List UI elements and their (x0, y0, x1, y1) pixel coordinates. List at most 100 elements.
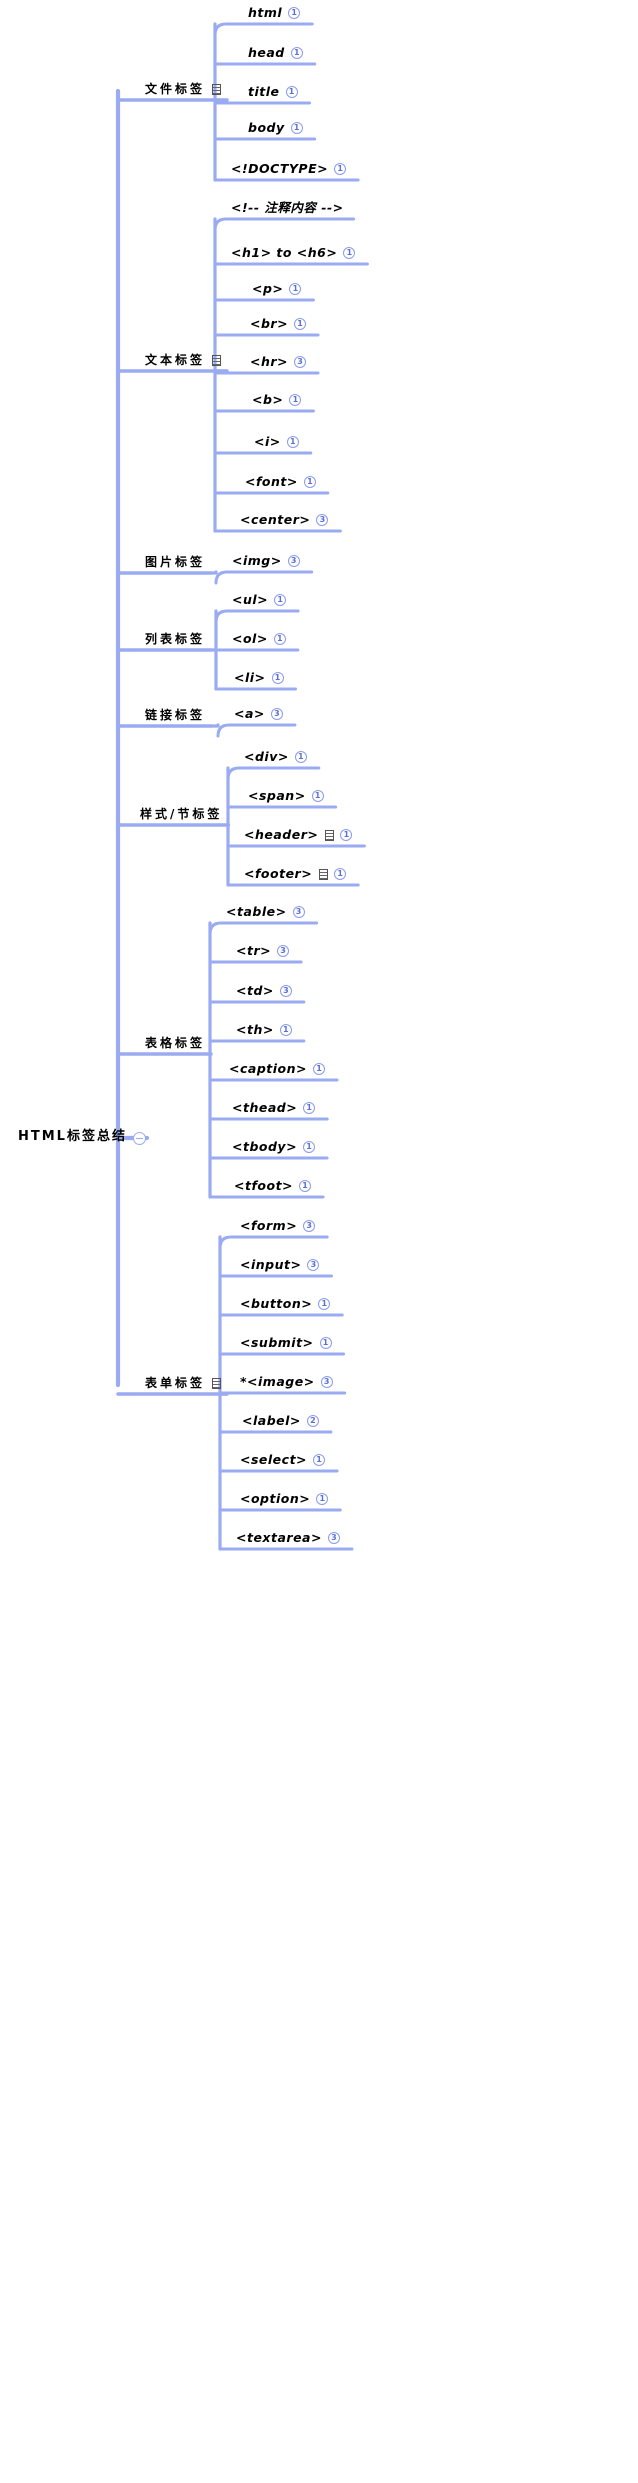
leaf-node-0-4-label: <!DOCTYPE> (231, 161, 329, 176)
count-badge[interactable]: 1 (290, 47, 303, 60)
leaf-node-0-0[interactable]: html 1 (248, 6, 301, 20)
leaf-node-3-0[interactable]: <ul> 1 (232, 593, 287, 607)
count-badge[interactable]: 1 (303, 1102, 316, 1115)
branch-node-3[interactable]: 列表标签 (145, 633, 205, 645)
count-badge[interactable]: 3 (279, 985, 292, 998)
note-icon[interactable] (319, 868, 329, 880)
note-icon[interactable] (212, 354, 222, 366)
leaf-node-6-3[interactable]: <th> 1 (236, 1022, 292, 1037)
count-badge[interactable]: 1 (299, 1180, 312, 1193)
leaf-node-3-1[interactable]: <ol> 1 (232, 631, 286, 646)
count-badge[interactable]: 1 (294, 751, 307, 764)
count-badge[interactable]: 1 (273, 633, 286, 646)
count-badge[interactable]: 1 (286, 436, 299, 449)
leaf-node-1-1[interactable]: <h1> to <h6> 1 (231, 246, 356, 260)
count-badge[interactable]: 1 (316, 1493, 329, 1506)
leaf-node-7-5[interactable]: <label> 2 (242, 1414, 319, 1428)
count-badge[interactable]: 3 (316, 514, 329, 527)
count-badge[interactable]: 1 (289, 394, 302, 407)
leaf-node-7-8[interactable]: <textarea> 3 (236, 1531, 340, 1545)
leaf-node-6-6[interactable]: <tbody> 1 (232, 1140, 316, 1154)
leaf-node-7-6[interactable]: <select> 1 (240, 1453, 326, 1467)
leaf-node-0-1[interactable]: head 1 (248, 46, 303, 60)
leaf-node-6-5[interactable]: <thead> 1 (232, 1101, 316, 1115)
count-badge[interactable]: 3 (327, 1532, 340, 1545)
leaf-node-1-7[interactable]: <font> 1 (245, 475, 316, 489)
count-badge[interactable]: 1 (289, 283, 302, 296)
root-collapse-toggle[interactable] (132, 1132, 146, 1145)
leaf-node-7-4[interactable]: *<image> 3 (240, 1375, 333, 1389)
leaf-node-6-0[interactable]: <table> 3 (226, 905, 305, 919)
leaf-node-1-6[interactable]: <i> 1 (254, 435, 299, 449)
leaf-node-7-0[interactable]: <form> 3 (240, 1219, 316, 1233)
count-badge[interactable]: 1 (334, 868, 347, 881)
leaf-node-4-0[interactable]: <a> 3 (234, 707, 283, 721)
leaf-node-1-2[interactable]: <p> 1 (252, 282, 302, 296)
leaf-node-6-7[interactable]: <tfoot> 1 (234, 1179, 312, 1193)
note-icon[interactable] (325, 829, 335, 841)
count-badge[interactable]: 3 (287, 555, 300, 568)
count-badge[interactable]: 1 (303, 476, 316, 489)
root-node[interactable]: HTML标签总结 (18, 1130, 127, 1143)
count-badge[interactable]: 1 (288, 7, 301, 20)
branch-node-1[interactable]: 文本标签 (145, 354, 222, 366)
count-badge[interactable]: 1 (290, 122, 303, 135)
leaf-node-1-3-label: <br> (250, 316, 289, 331)
leaf-node-0-4[interactable]: <!DOCTYPE> 1 (231, 161, 347, 176)
leaf-node-2-0[interactable]: <img> 3 (232, 554, 300, 568)
count-badge[interactable]: 3 (270, 708, 283, 721)
count-badge[interactable]: 1 (271, 672, 284, 685)
count-badge[interactable]: 1 (279, 1024, 292, 1037)
leaf-node-6-4[interactable]: <caption> 1 (229, 1062, 325, 1076)
leaf-node-6-2[interactable]: <td> 3 (236, 984, 292, 998)
leaf-node-3-2[interactable]: <li> 1 (234, 671, 284, 685)
note-icon[interactable] (212, 1377, 222, 1389)
leaf-node-5-2[interactable]: <header> 1 (244, 828, 353, 842)
count-badge[interactable]: 3 (307, 1259, 320, 1272)
leaf-node-1-3[interactable]: <br> 1 (250, 316, 307, 331)
count-badge[interactable]: 1 (343, 247, 356, 260)
branch-node-4[interactable]: 链接标签 (145, 709, 205, 721)
count-badge[interactable]: 2 (306, 1415, 319, 1428)
count-badge[interactable]: 3 (303, 1220, 316, 1233)
count-badge[interactable]: 3 (320, 1376, 333, 1389)
count-badge[interactable]: 1 (318, 1298, 331, 1311)
branch-node-0[interactable]: 文件标签 (145, 83, 222, 95)
count-badge[interactable]: 3 (292, 906, 305, 919)
leaf-node-1-0[interactable]: <!-- 注释内容 --> (231, 201, 344, 215)
note-icon[interactable] (212, 83, 222, 95)
count-badge[interactable]: 1 (319, 1337, 332, 1350)
leaf-node-6-3-label: <th> (236, 1022, 274, 1037)
leaf-node-0-3[interactable]: body 1 (248, 121, 303, 135)
leaf-node-7-2[interactable]: <button> 1 (240, 1297, 331, 1311)
count-badge[interactable]: 1 (334, 163, 347, 176)
leaf-node-1-8[interactable]: <center> 3 (240, 512, 329, 527)
leaf-node-5-1[interactable]: <span> 1 (248, 789, 324, 803)
leaf-node-7-3[interactable]: <submit> 1 (240, 1336, 332, 1350)
branch-node-5[interactable]: 样式/节标签 (140, 808, 222, 820)
leaf-node-7-1-label: <input> (240, 1257, 302, 1272)
count-badge[interactable]: 1 (285, 86, 298, 99)
leaf-node-7-1[interactable]: <input> 3 (240, 1257, 320, 1272)
leaf-node-6-1[interactable]: <tr> 3 (236, 944, 290, 958)
leaf-node-1-8-label: <center> (240, 512, 311, 527)
count-badge[interactable]: 1 (313, 1063, 325, 1076)
leaf-node-5-3[interactable]: <footer> 1 (244, 867, 347, 881)
branch-node-6[interactable]: 表格标签 (145, 1037, 205, 1049)
leaf-node-5-0[interactable]: <div> 1 (244, 750, 307, 764)
branch-node-7[interactable]: 表单标签 (145, 1377, 222, 1389)
count-badge[interactable]: 3 (277, 945, 290, 958)
leaf-node-7-7[interactable]: <option> 1 (240, 1492, 329, 1506)
leaf-node-3-1-label: <ol> (232, 631, 268, 646)
branch-node-2[interactable]: 图片标签 (145, 556, 205, 568)
count-badge[interactable]: 1 (303, 1141, 316, 1154)
count-badge[interactable]: 1 (340, 829, 353, 842)
leaf-node-0-2[interactable]: title 1 (248, 85, 298, 99)
count-badge[interactable]: 1 (274, 594, 287, 607)
count-badge[interactable]: 1 (294, 318, 307, 331)
count-badge[interactable]: 1 (311, 790, 324, 803)
leaf-node-1-5[interactable]: <b> 1 (252, 393, 302, 407)
leaf-node-1-4[interactable]: <hr> 3 (250, 355, 307, 369)
count-badge[interactable]: 1 (313, 1454, 326, 1467)
count-badge[interactable]: 3 (294, 356, 307, 369)
